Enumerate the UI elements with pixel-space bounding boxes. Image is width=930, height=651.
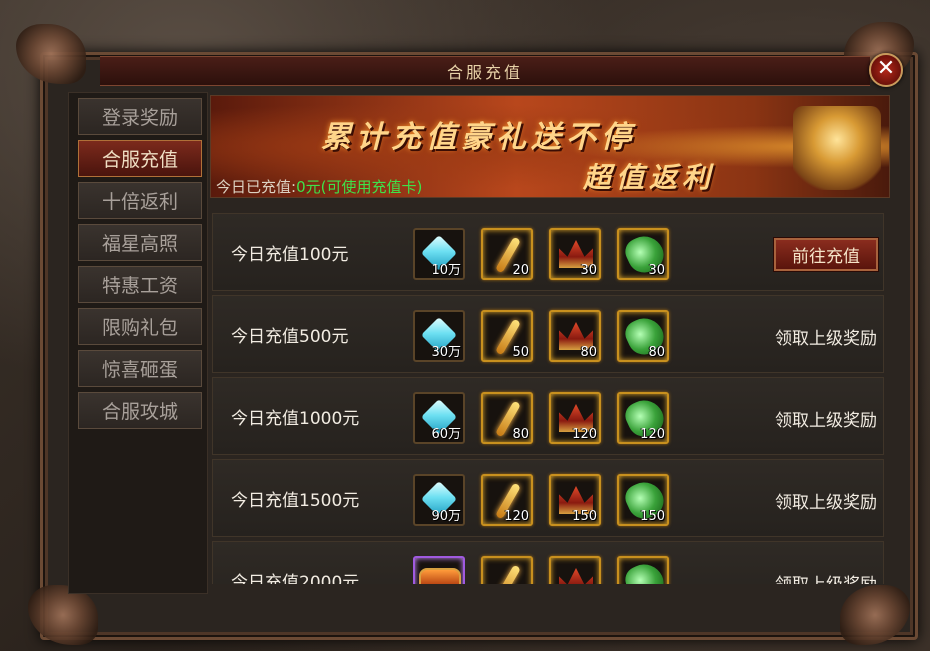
item-slot[interactable]: 80 <box>481 392 533 444</box>
reward-row: 今日充值2000元 领取上级奖励 <box>212 541 884 584</box>
sidebar-item-egg-smash[interactable]: 惊喜砸蛋 <box>78 350 202 387</box>
row-label: 今日充值500元 <box>231 327 349 347</box>
reward-row: 今日充值100元 10万 20 30 30 前往充值 <box>212 213 884 291</box>
reward-row: 今日充值1000元 60万 80 120 120 领取上级奖励 <box>212 377 884 455</box>
item-slot[interactable] <box>413 556 465 584</box>
item-slot[interactable]: 150 <box>617 474 669 526</box>
item-slot[interactable] <box>617 556 669 584</box>
sidebar-item-siege[interactable]: 合服攻城 <box>78 392 202 429</box>
item-slot[interactable]: 80 <box>617 310 669 362</box>
item-qty: 20 <box>512 263 529 278</box>
item-slot[interactable] <box>549 556 601 584</box>
chest-icon <box>419 568 461 584</box>
item-slot[interactable]: 150 <box>549 474 601 526</box>
item-slot[interactable]: 90万 <box>413 474 465 526</box>
item-qty: 120 <box>504 509 529 524</box>
item-qty: 150 <box>640 509 665 524</box>
sidebar-item-login-reward[interactable]: 登录奖励 <box>78 98 202 135</box>
sidebar-item-lucky-star[interactable]: 福星高照 <box>78 224 202 261</box>
title-bar: 合服充值 <box>100 56 870 86</box>
item-slot[interactable]: 120 <box>549 392 601 444</box>
item-qty: 120 <box>640 427 665 442</box>
item-qty: 80 <box>580 345 597 360</box>
row-label: 今日充值1000元 <box>231 409 360 429</box>
item-slot[interactable]: 10万 <box>413 228 465 280</box>
item-slot[interactable]: 120 <box>481 474 533 526</box>
item-qty: 50 <box>512 345 529 360</box>
item-qty: 30万 <box>431 345 461 360</box>
claim-previous-reward-text: 领取上级奖励 <box>775 570 877 584</box>
row-label: 今日充值100元 <box>231 245 349 265</box>
crown-icon <box>559 568 593 584</box>
item-qty: 30 <box>580 263 597 278</box>
recharged-prefix: 今日已充值: <box>216 178 297 196</box>
item-slot[interactable]: 80 <box>549 310 601 362</box>
item-slot[interactable]: 20 <box>481 228 533 280</box>
item-qty: 150 <box>572 509 597 524</box>
item-qty: 120 <box>572 427 597 442</box>
item-qty: 10万 <box>431 263 461 278</box>
item-slot[interactable] <box>481 556 533 584</box>
staff-icon <box>495 564 521 584</box>
item-slot[interactable]: 60万 <box>413 392 465 444</box>
item-slot[interactable]: 30 <box>549 228 601 280</box>
item-qty: 80 <box>512 427 529 442</box>
recharged-status: 今日已充值:0元(可使用充值卡) <box>216 176 422 197</box>
item-slot[interactable]: 30万 <box>413 310 465 362</box>
treasure-chest-icon <box>793 106 881 190</box>
item-qty: 60万 <box>431 427 461 442</box>
claim-previous-reward-text: 领取上级奖励 <box>775 493 877 513</box>
go-recharge-button[interactable]: 前往充值 <box>774 238 878 271</box>
recharged-value: 0元(可使用充值卡) <box>296 178 423 196</box>
banner-headline: 累计充值豪礼送不停 <box>321 120 636 155</box>
item-qty: 90万 <box>431 509 461 524</box>
sidebar-item-tenfold-rebate[interactable]: 十倍返利 <box>78 182 202 219</box>
item-slot[interactable]: 120 <box>617 392 669 444</box>
item-slot[interactable]: 30 <box>617 228 669 280</box>
jade-icon <box>621 558 669 584</box>
banner-subline: 超值返利 <box>583 161 716 194</box>
item-slot[interactable]: 50 <box>481 310 533 362</box>
claim-previous-reward-text: 领取上级奖励 <box>775 411 877 431</box>
reward-list[interactable]: 今日充值100元 10万 20 30 30 前往充值 今日充值500元 30万 … <box>210 211 886 584</box>
sidebar: 登录奖励 合服充值 十倍返利 福星高照 特惠工资 限购礼包 惊喜砸蛋 合服攻城 <box>68 92 208 594</box>
close-button[interactable]: ✕ <box>869 53 903 87</box>
sidebar-item-merge-recharge[interactable]: 合服充值 <box>78 140 202 177</box>
reward-row: 今日充值1500元 90万 120 150 150 领取上级奖励 <box>212 459 884 537</box>
dialog-title: 合服充值 <box>446 63 523 82</box>
sidebar-item-limited-pack[interactable]: 限购礼包 <box>78 308 202 345</box>
item-qty: 30 <box>648 263 665 278</box>
row-label: 今日充值2000元 <box>231 573 360 584</box>
row-label: 今日充值1500元 <box>231 491 360 511</box>
reward-row: 今日充值500元 30万 50 80 80 领取上级奖励 <box>212 295 884 373</box>
claim-previous-reward-text: 领取上级奖励 <box>775 329 877 349</box>
item-qty: 80 <box>648 345 665 360</box>
sidebar-item-special-wage[interactable]: 特惠工资 <box>78 266 202 303</box>
